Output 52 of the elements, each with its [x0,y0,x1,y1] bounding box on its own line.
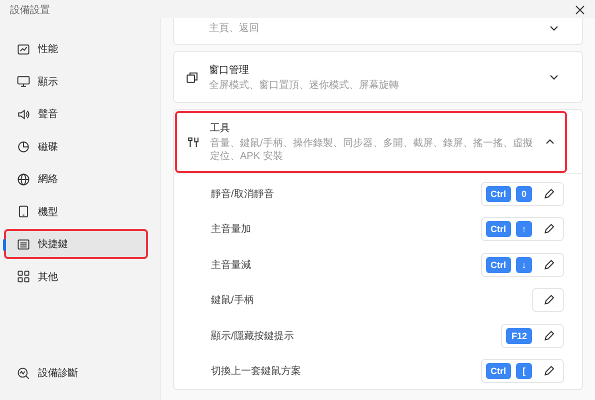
shortcut-label: 鍵鼠/手柄 [211,294,254,308]
key-chip: Ctrl [486,221,511,238]
shortcut-label: 切換上一套鍵鼠方案 [211,364,301,378]
chart-icon [17,42,30,56]
key-chip: Ctrl [486,186,511,202]
sidebar-item[interactable]: 機型 [4,196,156,226]
edit-icon[interactable] [543,365,555,378]
tablet-icon [17,205,30,218]
section-description: 全屏模式、窗口置頂、迷你模式、屏幕旋轉 [209,78,400,92]
section-description: 主頁、返回 [209,22,260,34]
speaker-icon [17,108,30,120]
section-description: 音量、鍵鼠/手柄、操作錄製、同步器、多開、截屏、錄屏、搖一搖、虛擬定位、APK 安裝 [210,137,534,163]
sidebar-item[interactable]: 聲音 [4,99,156,129]
edit-icon[interactable] [543,223,555,236]
edit-icon[interactable] [543,330,555,342]
edit-icon[interactable] [543,258,555,271]
grid-icon [17,270,30,283]
sidebar-item[interactable]: 快捷鍵 [4,229,148,259]
globe-icon [17,172,30,186]
key-chip: [ [516,363,532,380]
key-chip: F12 [506,328,532,344]
section-header[interactable]: 工具 音量、鍵鼠/手柄、操作錄製、同步器、多開、截屏、錄屏、搖一搖、虛擬定位、APK 安裝 [175,111,567,173]
shortcut-label: 主音量減 [211,258,251,272]
monitor-icon [17,75,30,88]
section-title: 工具 [210,122,231,135]
keyboard-icon [17,238,30,250]
tools-icon [187,136,200,148]
shortcut-label: 主音量加 [211,222,251,236]
key-chip: ↓ [516,256,532,273]
windows-icon [186,70,199,84]
shortcut-label: 靜音/取消靜音 [211,188,274,201]
edit-icon[interactable] [543,294,555,306]
key-chip: Ctrl [486,363,511,380]
diagnostics-item[interactable]: 設備診斷 [4,358,156,388]
diagnosis-icon [17,366,30,380]
section-header[interactable]: 窗口管理 全屏模式、窗口置頂、迷你模式、屏幕旋轉 [174,52,582,102]
window-title: 設備設置 [10,4,50,17]
sidebar-item[interactable]: 網絡 [4,164,156,194]
shortcut-label: 顯示/隱藏按鍵提示 [211,330,294,343]
sidebar-item[interactable]: 顯示 [4,66,156,96]
section-title: 窗口管理 [209,64,250,76]
close-icon[interactable] [575,5,585,15]
sidebar-item[interactable]: 其他 [4,262,156,292]
chevron-down-icon[interactable] [549,72,559,82]
sidebar-item[interactable]: 磁碟 [4,132,156,162]
key-chip: Ctrl [486,256,511,273]
edit-icon[interactable] [543,188,555,200]
key-chip: 0 [516,186,532,202]
chevron-down-icon[interactable] [549,23,559,33]
key-chip: ↑ [516,221,532,238]
pie-chart-icon [17,140,30,153]
sidebar-item[interactable]: 性能 [4,34,156,64]
